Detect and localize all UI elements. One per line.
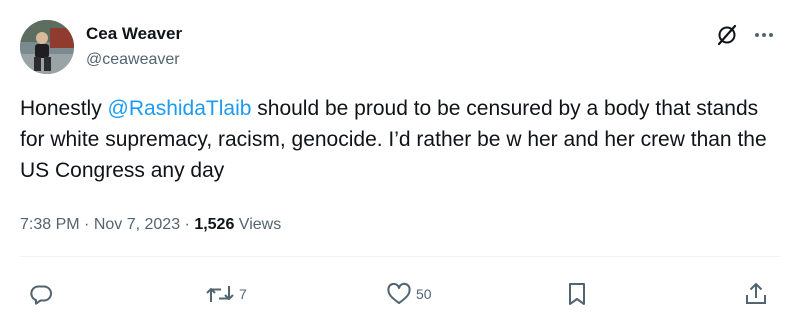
- like-icon: [386, 282, 412, 306]
- views-count: 1,526: [194, 216, 235, 233]
- more-icon[interactable]: [752, 26, 776, 44]
- bookmark-icon: [566, 281, 588, 307]
- reply-icon: [29, 282, 53, 306]
- divider: [20, 256, 780, 257]
- meta-separator: ·: [180, 216, 195, 233]
- bookmark-button[interactable]: [566, 281, 588, 307]
- tweet-text: Honestly @RashidaTlaib should be proud t…: [20, 93, 780, 186]
- retweet-button[interactable]: 7: [205, 281, 247, 307]
- tweet-date[interactable]: Nov 7, 2023: [94, 216, 180, 233]
- tweet-text-start: Honestly: [20, 97, 108, 120]
- avatar[interactable]: [20, 20, 74, 74]
- retweet-count: 7: [239, 286, 247, 302]
- display-name[interactable]: Cea Weaver: [86, 23, 182, 45]
- share-icon: [744, 281, 768, 307]
- tweet-meta: 7:38 PM · Nov 7, 2023 · 1,526 Views: [20, 214, 281, 236]
- tweet-time[interactable]: 7:38 PM: [20, 216, 80, 233]
- like-count: 50: [416, 286, 432, 302]
- like-button[interactable]: 50: [386, 281, 432, 307]
- retweet-icon: [205, 282, 235, 306]
- reply-button[interactable]: [29, 281, 57, 307]
- mention-link[interactable]: @RashidaTlaib: [108, 97, 252, 120]
- grok-icon[interactable]: [715, 23, 739, 47]
- views-label: Views: [234, 216, 282, 233]
- meta-separator: ·: [79, 216, 94, 233]
- share-button[interactable]: [744, 281, 768, 307]
- user-handle[interactable]: @ceaweaver: [86, 49, 180, 71]
